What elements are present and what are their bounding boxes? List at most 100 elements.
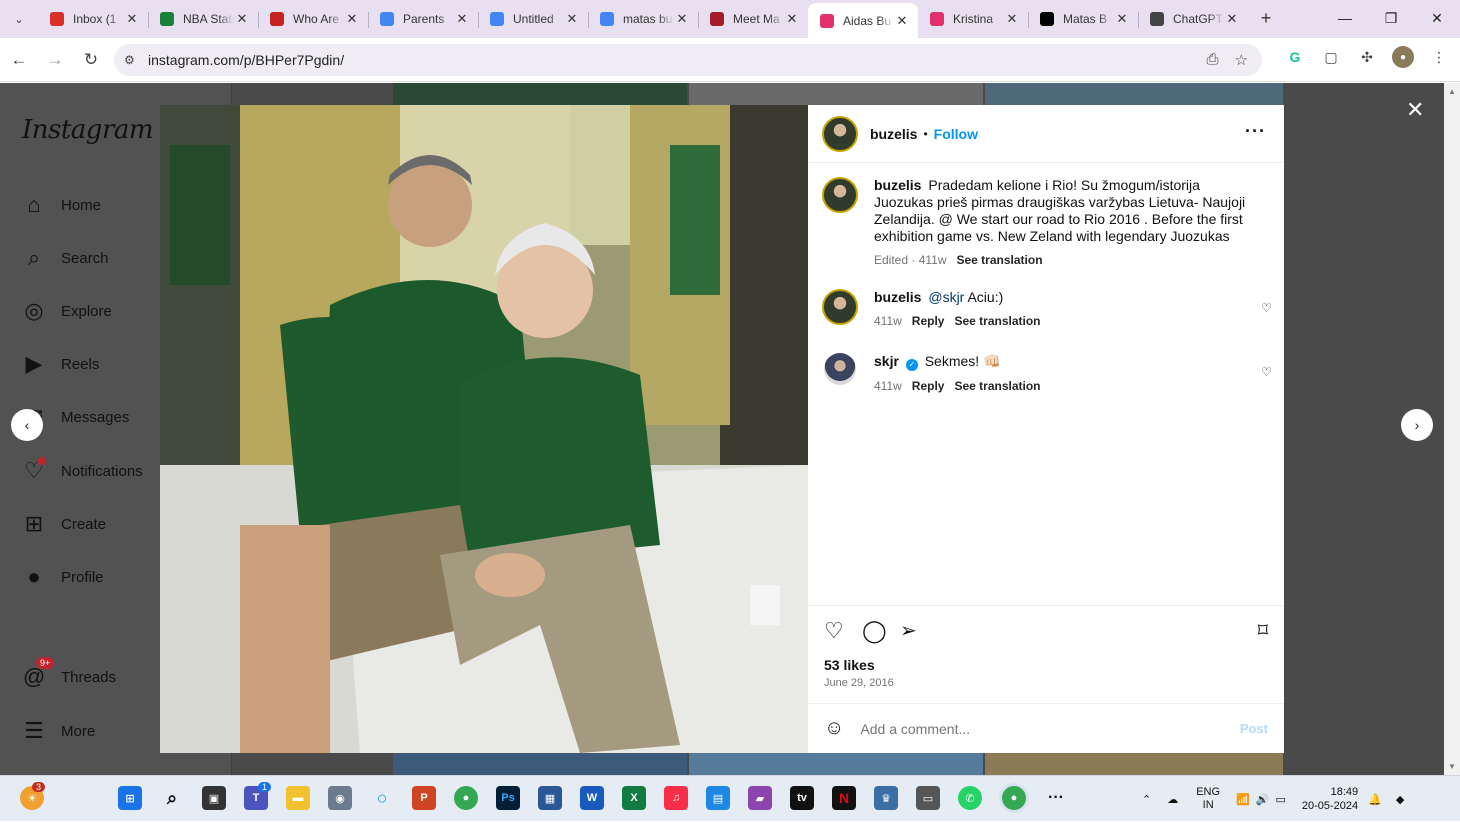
comment-avatar[interactable] [822,289,858,325]
site-info-icon[interactable]: ⚙ [124,53,148,67]
close-tab-icon[interactable]: ✕ [1004,11,1020,27]
browser-tab[interactable]: NBA Stats ✕ [148,3,258,35]
address-bar[interactable]: ⚙ instagram.com/p/BHPer7Pgdin/ ⎙ ☆ [114,44,1262,76]
chrome-icon[interactable]: ● [454,786,478,810]
close-tab-icon[interactable]: ✕ [564,11,580,27]
browser-tab[interactable]: Inbox (1 ✕ [38,3,148,35]
store-icon[interactable]: ▦ [538,786,562,810]
comment-mention[interactable]: @skjr [928,289,964,305]
close-modal-icon[interactable]: ✕ [1406,97,1424,123]
weather-icon[interactable]: ☁ [1167,793,1178,806]
close-tab-icon[interactable]: ✕ [674,11,690,27]
task-view-icon[interactable]: ▣ [202,786,226,810]
app-icon[interactable]: ▤ [706,786,730,810]
comment-see-translation[interactable]: See translation [954,378,1040,395]
profile-avatar-icon[interactable]: ● [1392,46,1414,68]
sidebar-item-threads[interactable]: @9+ Threads [22,657,116,689]
sidebar-item-create[interactable]: ⊞ Create [22,511,106,536]
sidebar-item-reels[interactable]: ▶ Reels [22,351,100,376]
maximize-button[interactable]: ❐ [1368,0,1414,36]
tab-search-dropdown[interactable]: ⌄ [0,0,38,38]
forward-button[interactable]: → [38,43,72,77]
cortana-icon[interactable]: ○ [370,786,394,810]
browser-tab[interactable]: Untitled ✕ [478,3,588,35]
previous-post-arrow-icon[interactable]: ‹ [11,409,43,441]
start-button-icon[interactable]: ⊞ [118,786,142,810]
caption-see-translation[interactable]: See translation [957,252,1043,269]
emoji-icon[interactable]: ☺ [824,717,844,740]
close-tab-icon[interactable]: ✕ [894,13,910,29]
reply-button[interactable]: Reply [912,313,945,330]
caption-avatar[interactable] [822,177,858,213]
sidebar-item-home[interactable]: ⌂ Home [22,192,101,217]
chrome-active-icon[interactable]: ● [1002,786,1026,810]
copilot-icon[interactable]: ◆ [1396,793,1404,806]
like-comment-heart-icon[interactable]: ♡ [1261,365,1272,379]
close-tab-icon[interactable]: ✕ [1224,11,1240,27]
close-tab-icon[interactable]: ✕ [344,11,360,27]
music-icon[interactable]: ♫ [664,786,688,810]
close-tab-icon[interactable]: ✕ [454,11,470,27]
extension-icon[interactable]: ▢ [1320,46,1342,68]
post-comment-button[interactable]: Post [1240,721,1268,736]
whatsapp-icon[interactable]: ✆ [958,786,982,810]
sidebar-item-notifications[interactable]: ♡ Notifications [22,457,143,483]
game-icon[interactable]: ♛ [874,786,898,810]
instagram-logo[interactable]: Instagram [22,115,154,145]
comment-bubble-icon[interactable]: ◯ [862,618,887,644]
browser-tab[interactable]: matas bu ✕ [588,3,698,35]
close-tab-icon[interactable]: ✕ [234,11,250,27]
like-heart-icon[interactable]: ♡ [824,618,844,644]
caption-username[interactable]: buzelis [874,177,921,193]
comment-username[interactable]: skjr [874,353,899,369]
caption-age[interactable]: 411w [919,253,947,267]
browser-menu-icon[interactable]: ⋮ [1428,46,1450,68]
more-options-icon[interactable]: ··· [1245,121,1266,142]
close-tab-icon[interactable]: ✕ [124,11,140,27]
reply-button[interactable]: Reply [912,378,945,395]
minimize-button[interactable]: — [1322,0,1368,36]
author-username[interactable]: buzelis [870,126,917,142]
excel-icon[interactable]: X [622,786,646,810]
follow-button[interactable]: Follow [934,126,978,142]
comment-age[interactable]: 411w [874,313,902,330]
sidebar-item-more[interactable]: ☰ More [22,718,95,743]
notification-bell-icon[interactable]: 🔔 [1368,793,1382,806]
new-tab-button[interactable]: + [1248,8,1284,29]
photoshop-icon[interactable]: Ps [496,786,520,810]
comment-input[interactable] [860,720,1201,737]
likes-count[interactable]: 53 likes [824,657,875,673]
camera-icon[interactable]: ◉ [328,786,352,810]
overflow-icon[interactable]: ··· [1044,786,1068,810]
close-tab-icon[interactable]: ✕ [1114,11,1130,27]
save-bookmark-icon[interactable]: ⌑ [1258,618,1268,643]
browser-tab[interactable]: Kristina ✕ [918,3,1028,35]
clipchamp-icon[interactable]: ▰ [748,786,772,810]
powerpoint-icon[interactable]: P [412,786,436,810]
language-indicator[interactable]: ENG IN [1196,786,1220,812]
volume-icon[interactable]: 🔊 [1256,793,1270,806]
extensions-puzzle-icon[interactable]: ✣ [1356,46,1378,68]
author-avatar[interactable] [822,115,858,152]
next-post-arrow-icon[interactable]: › [1401,409,1433,441]
url-text[interactable]: instagram.com/p/BHPer7Pgdin/ [148,52,344,68]
comment-age[interactable]: 411w [874,378,902,395]
comment-see-translation[interactable]: See translation [954,313,1040,330]
post-photo[interactable] [160,105,808,753]
sidebar-item-explore[interactable]: ◎ Explore [22,298,111,323]
reload-button[interactable]: ↻ [74,43,108,77]
tray-chevron-icon[interactable]: ⌃ [1142,793,1151,806]
browser-tab[interactable]: Meet Ma ✕ [698,3,808,35]
sidebar-item-search[interactable]: ⌕ Search [22,245,109,270]
share-paper-plane-icon[interactable]: ➢ [900,618,917,643]
browser-tab[interactable]: ChatGPT ✕ [1138,3,1248,35]
clock[interactable]: 18:49 20-05-2024 [1302,785,1358,813]
browser-tab[interactable]: Who Are ✕ [258,3,368,35]
browser-tab[interactable]: Matas B ✕ [1028,3,1138,35]
install-app-icon[interactable]: ⎙ [1207,51,1219,69]
battery-icon[interactable]: ▭ [1275,793,1285,806]
like-comment-heart-icon[interactable]: ♡ [1261,301,1272,315]
file-explorer-icon[interactable]: ▬ [286,786,310,810]
back-button[interactable]: ← [2,43,36,77]
page-scrollbar[interactable]: ▲ ▼ [1444,83,1460,775]
